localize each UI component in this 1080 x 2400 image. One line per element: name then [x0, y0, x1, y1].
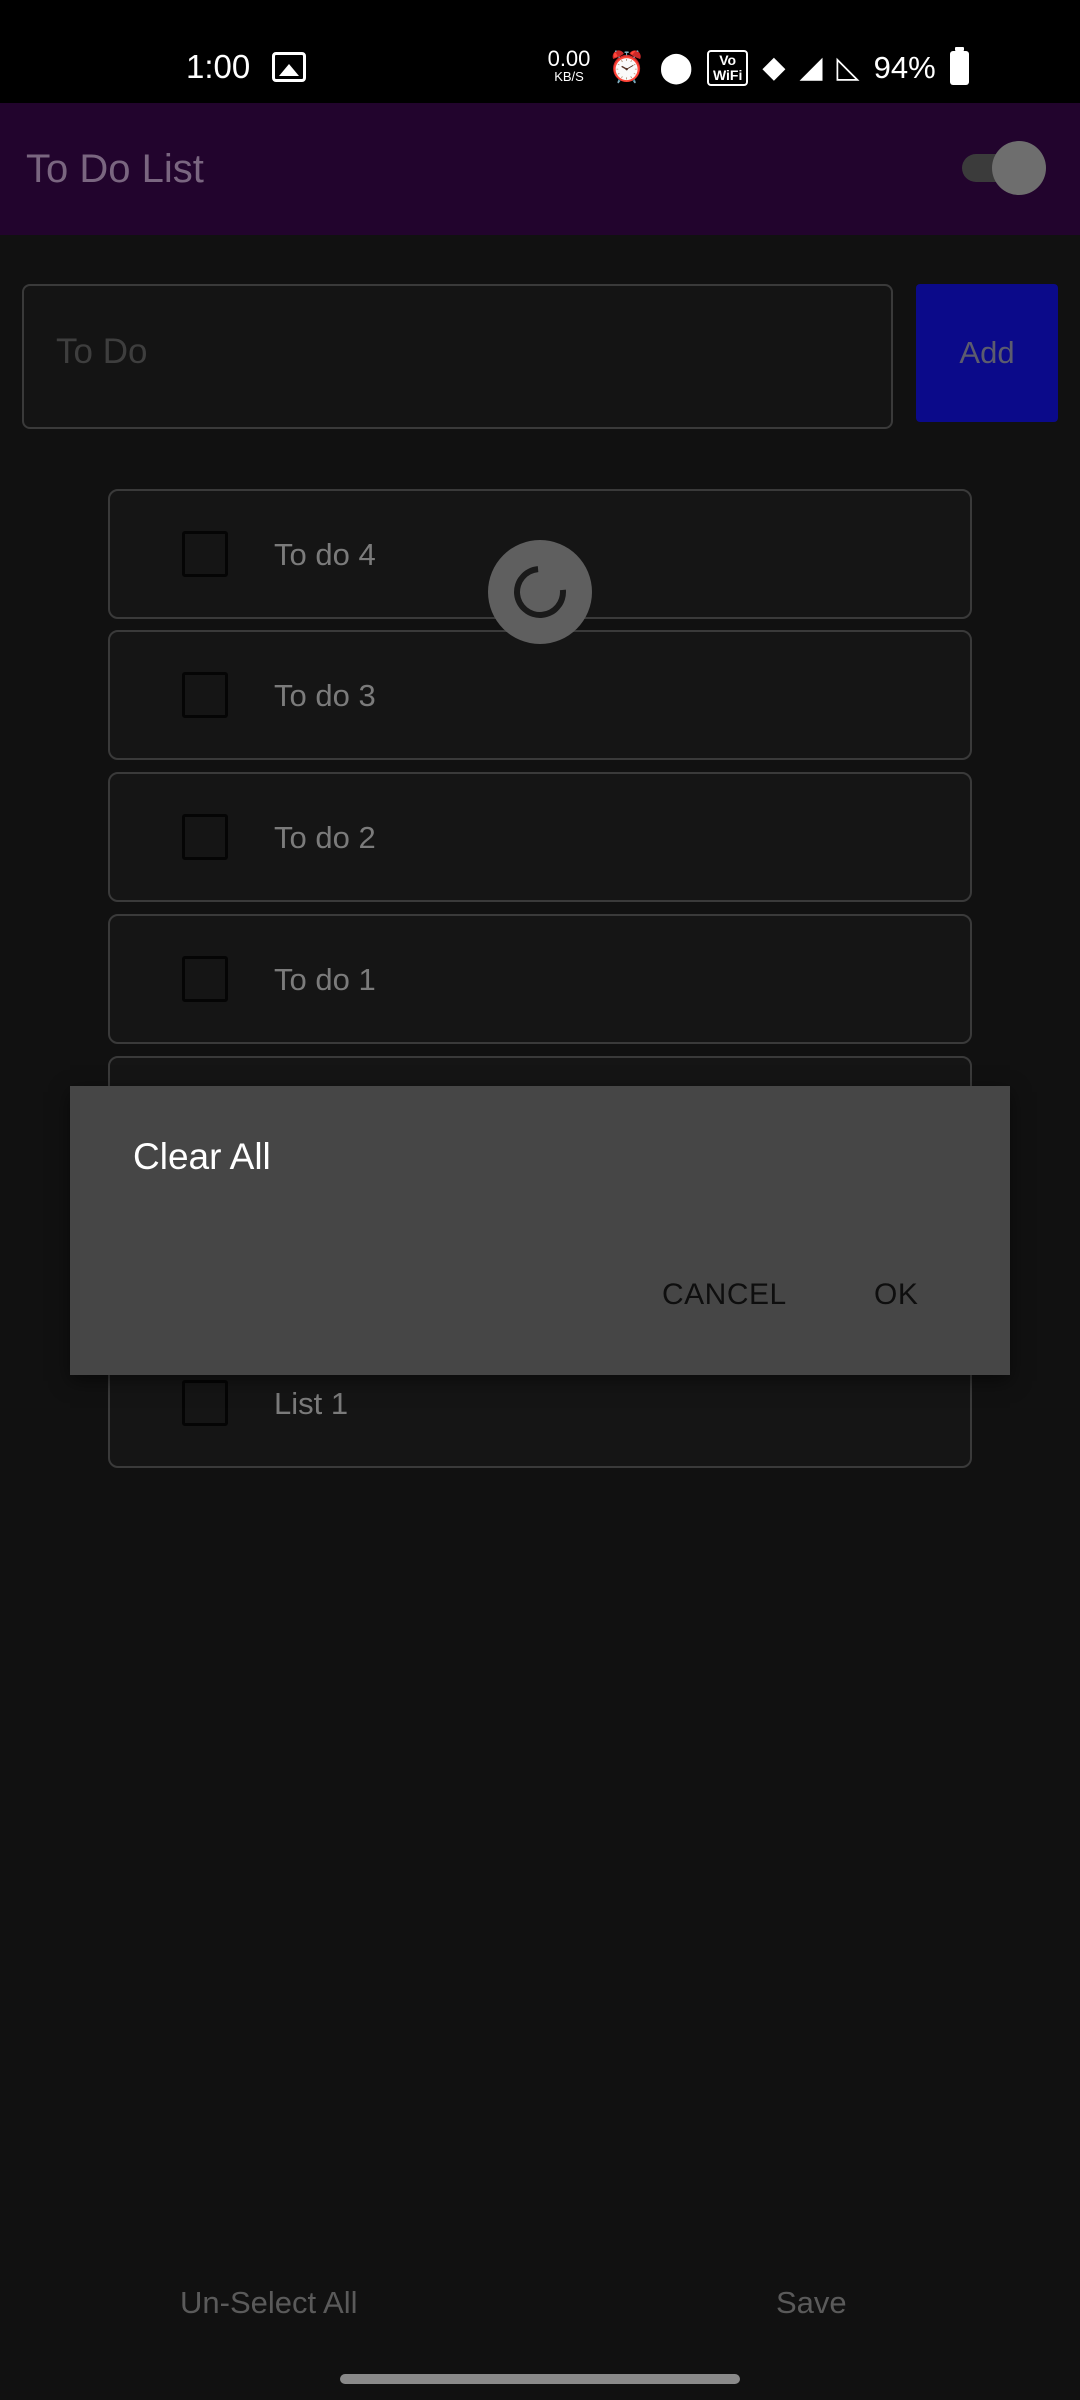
list-item-label: To do 2 [274, 820, 376, 855]
list-item-checkbox[interactable] [182, 531, 228, 577]
list-item-label: List 1 [274, 1386, 349, 1421]
unselect-all-button[interactable]: Un-Select All [180, 2285, 357, 2321]
network-speed: 0.00 KB/S [546, 46, 592, 84]
battery-percent: 94% [873, 50, 936, 85]
gesture-bar[interactable] [340, 2374, 740, 2384]
clear-all-dialog: Clear All CANCEL OK [70, 1086, 1010, 1375]
status-icons: ⏰ ⬤ Vo WiFi ◆ ◢ ◺ 94% [608, 47, 969, 88]
battery-icon [949, 47, 969, 85]
list-item-label: To do 4 [274, 537, 376, 572]
list-item-checkbox[interactable] [182, 956, 228, 1002]
alarm-icon: ⏰ [608, 51, 646, 84]
location-icon: ⬤ [659, 51, 693, 84]
todo-input-placeholder: To Do [56, 332, 148, 371]
list-item[interactable]: To do 1 [108, 914, 972, 1044]
status-time: 1:00 [186, 48, 251, 85]
network-speed-unit: KB/S [554, 69, 584, 84]
save-button[interactable]: Save [776, 2285, 847, 2321]
status-bar: 1:00 0.00 KB/S ⏰ ⬤ Vo WiFi ◆ ◢ ◺ 94% [0, 0, 1080, 103]
network-speed-value: 0.00 [547, 46, 591, 71]
list-item-checkbox[interactable] [182, 1380, 228, 1426]
ok-button[interactable]: OK [874, 1278, 918, 1312]
toggle-thumb [992, 141, 1046, 195]
list-item-label: To do 3 [274, 678, 376, 713]
theme-toggle[interactable] [962, 141, 1046, 195]
wifi-calling-icon: Vo WiFi [706, 49, 749, 87]
todo-input[interactable]: To Do [22, 284, 893, 429]
app-title: To Do List [26, 147, 204, 191]
spinner-icon [503, 555, 577, 629]
loading-spinner [488, 540, 592, 644]
list-item-label: To do 1 [274, 962, 376, 997]
signal-no-service-icon: ◺ [836, 51, 860, 84]
list-item-checkbox[interactable] [182, 672, 228, 718]
signal-icon: ◢ [799, 51, 823, 84]
wifi-icon: ◆ [762, 51, 786, 84]
add-button[interactable]: Add [916, 284, 1058, 422]
dialog-title: Clear All [133, 1136, 271, 1177]
list-item[interactable]: To do 3 [108, 630, 972, 760]
list-item-checkbox[interactable] [182, 814, 228, 860]
list-item[interactable]: To do 2 [108, 772, 972, 902]
cancel-button[interactable]: CANCEL [662, 1278, 787, 1312]
app-bar: To Do List [0, 103, 1080, 235]
gallery-icon [272, 52, 306, 82]
